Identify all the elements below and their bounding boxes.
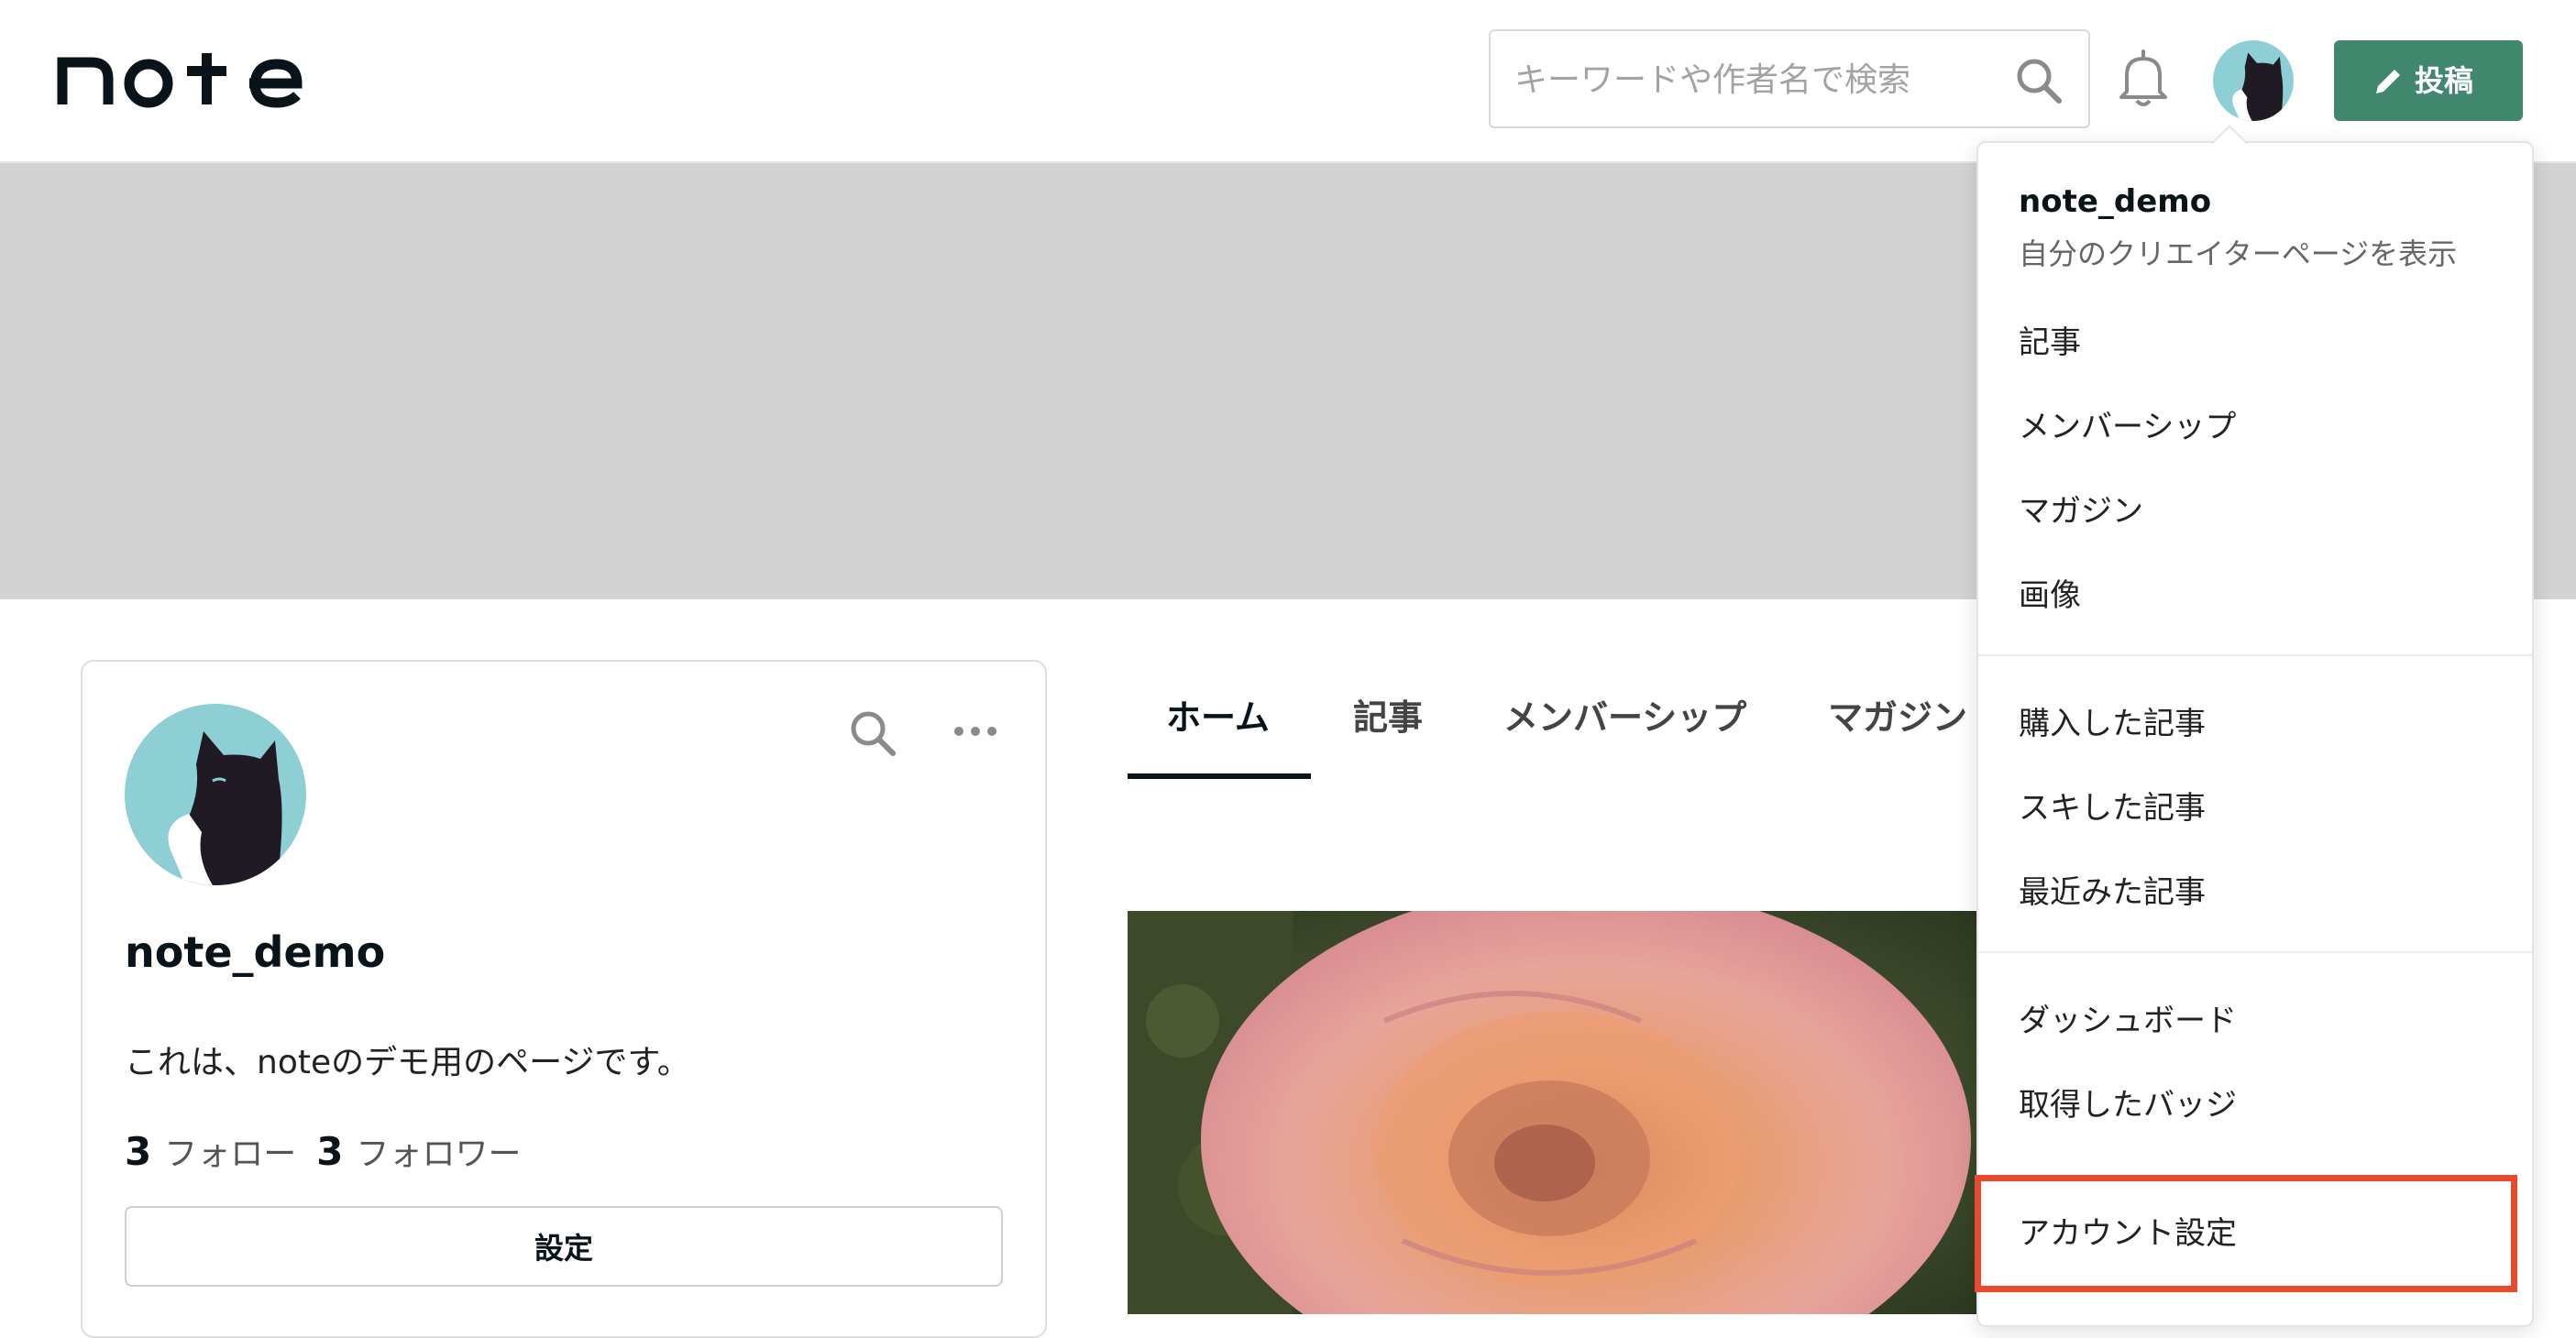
profile-card: note_demo これは、noteのデモ用のページです。 3 フォロー 3 フォロワ… xyxy=(81,660,1047,1338)
search-icon[interactable] xyxy=(847,707,898,759)
search-input[interactable] xyxy=(1513,31,2030,128)
followers-count[interactable]: 3 xyxy=(316,1129,343,1174)
menu-item-images[interactable]: 画像 xyxy=(2019,570,2081,615)
menu-divider xyxy=(1978,951,2532,953)
view-creator-page-link[interactable]: 自分のクリエイターページを表示 xyxy=(2019,231,2457,273)
tab-magazine[interactable]: マガジン xyxy=(1828,689,1967,740)
header-avatar[interactable] xyxy=(2213,40,2294,121)
post-button[interactable]: 投稿 xyxy=(2334,40,2523,121)
menu-user-name[interactable]: note_demo xyxy=(2019,183,2211,220)
bell-icon[interactable] xyxy=(2114,48,2173,110)
cat-avatar-icon xyxy=(2213,40,2294,121)
header: 投稿 xyxy=(0,0,2576,163)
menu-item-recent-articles[interactable]: 最近みた記事 xyxy=(2019,867,2206,912)
menu-item-articles[interactable]: 記事 xyxy=(2019,317,2081,362)
menu-item-badges[interactable]: 取得したバッジ xyxy=(2019,1080,2237,1124)
pencil-icon xyxy=(2376,70,2400,93)
tab-membership[interactable]: メンバーシップ xyxy=(1503,689,1746,740)
profile-bio: これは、noteのデモ用のページです。 xyxy=(125,1044,690,1081)
following-count[interactable]: 3 xyxy=(125,1129,151,1174)
settings-button[interactable]: 設定 xyxy=(125,1206,1003,1287)
menu-divider xyxy=(1978,654,2532,656)
post-button-label: 投稿 xyxy=(2415,64,2474,97)
followers-label[interactable]: フォロワー xyxy=(356,1135,521,1173)
article-thumbnail[interactable] xyxy=(1128,911,1989,1314)
cat-avatar-icon xyxy=(125,704,306,885)
menu-item-membership[interactable]: メンバーシップ xyxy=(2019,401,2236,446)
more-icon[interactable] xyxy=(952,722,999,740)
following-label[interactable]: フォロー xyxy=(164,1135,296,1173)
profile-name: note_demo xyxy=(125,927,386,977)
menu-item-purchased-articles[interactable]: 購入した記事 xyxy=(2019,698,2206,743)
profile-avatar[interactable] xyxy=(125,704,306,885)
search-box[interactable] xyxy=(1489,29,2090,128)
highlight-box xyxy=(1975,1175,2517,1292)
menu-item-liked-articles[interactable]: スキした記事 xyxy=(2019,783,2206,828)
rose-image xyxy=(1128,911,1989,1314)
profile-stats: 3 フォロー 3 フォロワー xyxy=(125,1127,522,1175)
menu-item-dashboard[interactable]: ダッシュボード xyxy=(2019,995,2237,1040)
active-tab-indicator xyxy=(1128,773,1311,779)
note-logo[interactable] xyxy=(57,46,314,110)
tab-articles[interactable]: 記事 xyxy=(1353,689,1423,740)
user-dropdown-menu: note_demo 自分のクリエイターページを表示 記事 メンバーシップ マガジ… xyxy=(1976,125,2534,1327)
search-icon[interactable] xyxy=(2013,55,2064,106)
menu-item-magazine[interactable]: マガジン xyxy=(2019,486,2143,531)
tab-home[interactable]: ホーム xyxy=(1166,689,1270,740)
